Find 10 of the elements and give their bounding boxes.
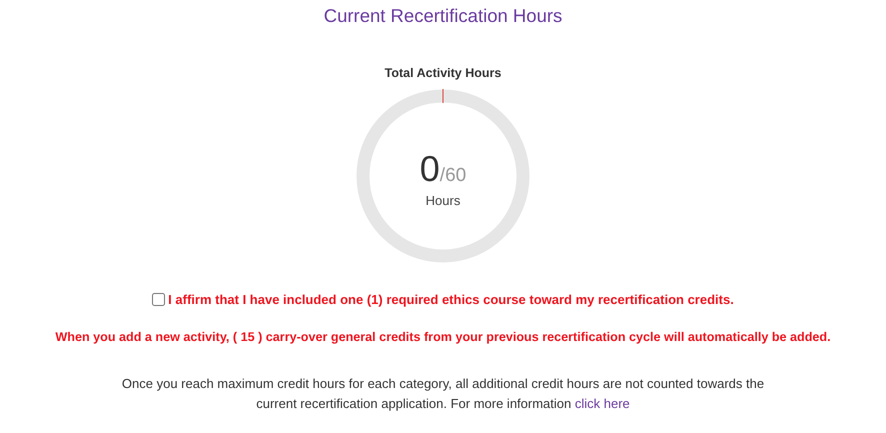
info-paragraph: Once you reach maximum credit hours for each category, all additional credit hours are not counted towards the current recertification application. For more information click here	[120, 375, 766, 413]
page-title: Current Recertification Hours	[324, 5, 562, 27]
affirm-checkbox[interactable]	[152, 293, 166, 306]
info-link[interactable]: click here	[574, 396, 630, 411]
carryover-notice: When you add a new activity, ( 15 ) carry-over general credits from your previous recertification cycle will automatically be added.	[55, 330, 831, 344]
hours-value: 0	[420, 150, 440, 186]
affirm-label: I affirm that I have included one (1) required ethics course toward my recertification credits.	[168, 292, 734, 307]
chart-label: Total Activity Hours	[384, 66, 502, 80]
hours-unit: Hours	[426, 192, 460, 208]
hours-total: /60	[440, 164, 466, 186]
